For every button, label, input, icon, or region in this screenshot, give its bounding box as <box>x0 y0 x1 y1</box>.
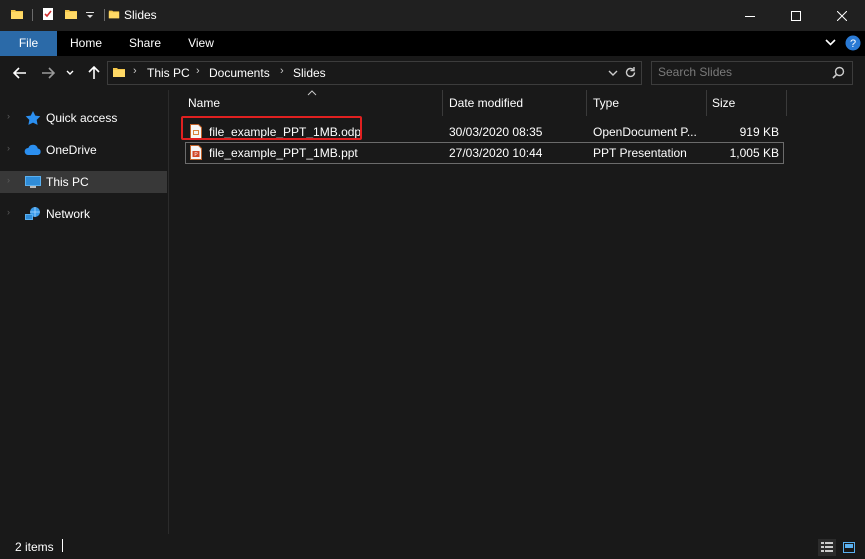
breadcrumb-documents[interactable]: Documents <box>209 66 270 80</box>
nav-item-label: OneDrive <box>46 143 97 157</box>
search-box[interactable] <box>651 61 853 85</box>
nav-item-this-pc[interactable]: › This PC <box>0 171 167 193</box>
toolbar-separator <box>32 9 33 21</box>
file-date: 30/03/2020 08:35 <box>449 125 543 139</box>
column-header-label: Date modified <box>449 96 524 110</box>
column-header-date-modified[interactable]: Date modified <box>443 90 586 116</box>
expand-chevron-icon[interactable]: › <box>7 207 10 217</box>
computer-icon <box>25 176 41 188</box>
table-row[interactable]: P file_example_PPT_1MB.ppt 27/03/2020 10… <box>185 142 784 164</box>
column-header-type[interactable]: Type <box>587 90 706 116</box>
folder-icon[interactable] <box>10 7 24 21</box>
details-view-icon <box>821 542 833 552</box>
folder-icon <box>108 10 120 19</box>
tab-share[interactable]: Share <box>120 31 170 56</box>
nav-item-label: This PC <box>46 175 89 189</box>
breadcrumb-separator[interactable]: › <box>133 65 137 77</box>
customize-toolbar-icon[interactable] <box>85 10 95 20</box>
chevron-down-icon <box>66 70 74 75</box>
expand-chevron-icon[interactable]: › <box>7 111 10 121</box>
breadcrumb-slides[interactable]: Slides <box>293 66 326 80</box>
column-header-label: Type <box>593 96 620 110</box>
address-history-icon[interactable] <box>608 69 618 77</box>
title-bar: Slides <box>0 0 865 31</box>
column-header-size[interactable]: Size <box>707 90 786 116</box>
nav-item-label: Network <box>46 207 91 221</box>
breadcrumb-separator[interactable]: › <box>280 65 284 77</box>
window-title: Slides <box>124 8 157 22</box>
file-type: OpenDocument P... <box>593 125 697 139</box>
item-count: 2 items <box>15 540 54 554</box>
star-icon <box>25 111 41 125</box>
search-input[interactable] <box>658 65 828 79</box>
search-icon[interactable] <box>832 66 845 79</box>
minimize-icon <box>745 15 755 17</box>
file-name[interactable]: file_example_PPT_1MB.ppt <box>209 146 358 160</box>
file-size: 1,005 KB <box>729 146 779 160</box>
file-date: 27/03/2020 10:44 <box>449 146 543 160</box>
column-header-label: Size <box>712 96 736 110</box>
minimize-button[interactable] <box>727 0 773 31</box>
tab-file[interactable]: File <box>0 31 57 56</box>
address-bar[interactable]: › This PC › Documents › Slides <box>107 61 642 85</box>
ribbon-tabs: File Home Share View ? <box>0 31 865 56</box>
back-button[interactable] <box>9 62 31 84</box>
folder-icon <box>113 68 125 77</box>
highlight-box <box>181 116 362 140</box>
svg-text:?: ? <box>850 38 856 50</box>
forward-button[interactable] <box>37 62 59 84</box>
expand-ribbon-icon[interactable] <box>825 39 836 47</box>
up-button[interactable] <box>83 62 105 84</box>
large-icons-view-icon <box>843 542 855 553</box>
expand-chevron-icon[interactable]: › <box>7 175 10 185</box>
ppt-file-icon: P <box>190 145 202 160</box>
column-header-name[interactable]: Name <box>185 90 442 116</box>
network-icon <box>25 207 40 220</box>
expand-chevron-icon[interactable]: › <box>7 143 10 153</box>
breadcrumb-separator[interactable]: › <box>196 65 200 77</box>
help-icon[interactable]: ? <box>845 35 861 51</box>
refresh-icon[interactable] <box>624 66 637 79</box>
cloud-icon <box>24 144 41 155</box>
maximize-button[interactable] <box>773 0 819 31</box>
file-list: Name Date modified Type Size file_exampl… <box>169 90 865 534</box>
new-folder-icon[interactable] <box>64 7 78 21</box>
up-arrow-icon <box>88 66 100 79</box>
details-view-button[interactable] <box>818 539 836 556</box>
column-header-label: Name <box>188 96 221 110</box>
nav-item-label: Quick access <box>46 111 118 125</box>
status-separator <box>62 539 63 552</box>
back-arrow-icon <box>13 67 26 79</box>
recent-locations-button[interactable] <box>63 62 77 84</box>
large-icons-view-button[interactable] <box>840 539 858 556</box>
status-bar: 2 items <box>0 534 865 559</box>
properties-icon[interactable] <box>41 7 55 21</box>
file-type: PPT Presentation <box>593 146 687 160</box>
nav-item-network[interactable]: › Network <box>0 203 167 225</box>
close-icon <box>837 10 847 21</box>
nav-item-quick-access[interactable]: › Quick access <box>0 107 167 129</box>
forward-arrow-icon <box>42 67 55 79</box>
maximize-icon <box>791 10 801 21</box>
close-button[interactable] <box>819 0 865 31</box>
toolbar-separator <box>104 9 105 21</box>
tab-view[interactable]: View <box>176 31 226 56</box>
tab-home[interactable]: Home <box>61 31 111 56</box>
column-divider[interactable] <box>786 90 787 116</box>
breadcrumb-this-pc[interactable]: This PC <box>147 66 190 80</box>
nav-item-onedrive[interactable]: › OneDrive <box>0 139 167 161</box>
file-size: 919 KB <box>739 125 779 139</box>
address-row: › This PC › Documents › Slides <box>0 56 865 90</box>
navigation-pane: › Quick access › OneDrive › This PC › Ne… <box>0 90 168 534</box>
